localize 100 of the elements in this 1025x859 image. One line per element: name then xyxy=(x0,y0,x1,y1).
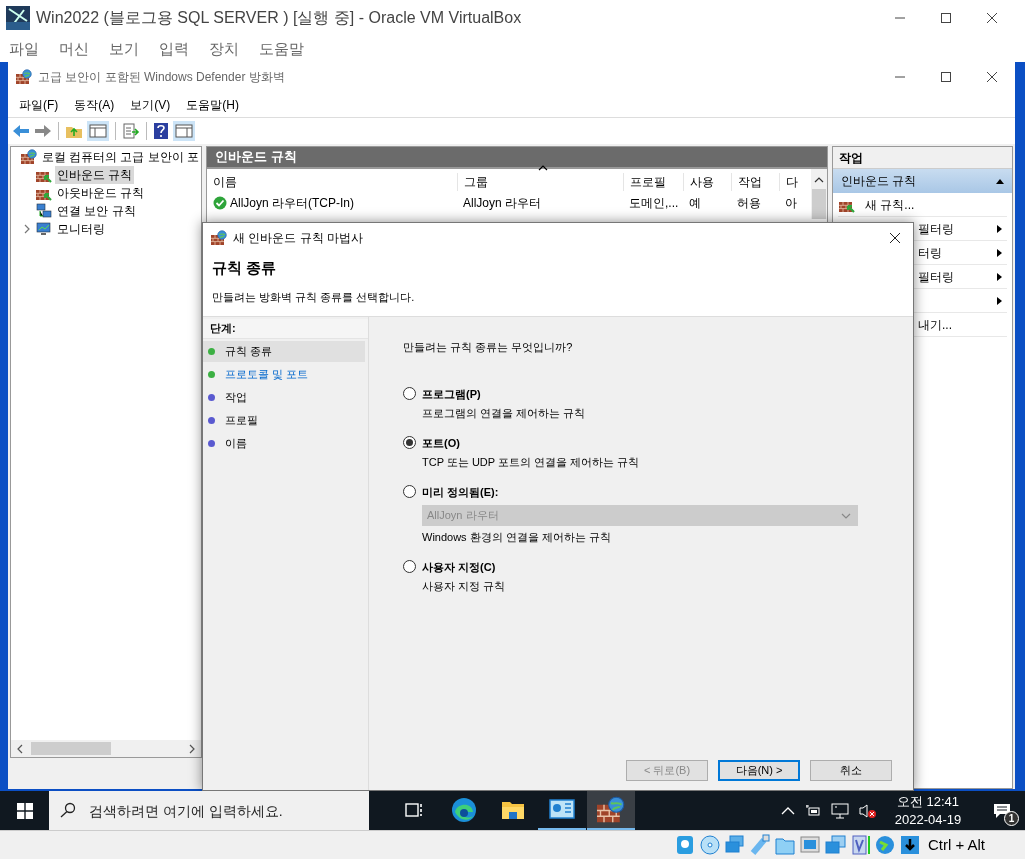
tree-item[interactable]: 로컬 컴퓨터의 고급 보안이 포 xyxy=(39,148,201,166)
optical-disc-icon[interactable] xyxy=(698,834,721,856)
back-icon[interactable] xyxy=(12,123,30,139)
table-cell: 허용 xyxy=(737,196,761,210)
scroll-up-icon xyxy=(814,175,824,185)
option-label[interactable]: 사용자 지정(C) xyxy=(422,558,496,575)
scroll-right-icon xyxy=(187,743,197,754)
dashboard-icon xyxy=(549,798,575,821)
dialog-button[interactable]: 다음(N) > xyxy=(718,760,800,781)
menu-item[interactable]: 파일 xyxy=(9,37,39,61)
menu-item[interactable]: 도움말(H) xyxy=(186,95,239,114)
clock-date[interactable]: 2022-04-19 xyxy=(894,810,962,829)
volume-muted-icon[interactable] xyxy=(859,802,877,819)
chevron-up-icon[interactable] xyxy=(781,805,795,816)
firewall-icon xyxy=(211,230,227,246)
option-label[interactable]: 포트(O) xyxy=(422,434,460,451)
column-header[interactable]: 그룹 xyxy=(457,172,623,191)
column-header[interactable]: 사용 xyxy=(683,172,731,191)
search-field[interactable]: 검색하려면 여기에 입력하세요. xyxy=(49,791,369,830)
submenu-arrow-icon xyxy=(995,271,1003,282)
display-icon[interactable] xyxy=(798,834,821,856)
maximize-icon xyxy=(940,71,952,83)
message-icon xyxy=(993,802,1011,819)
tree-item[interactable]: 아웃바운드 규칙 xyxy=(55,184,147,202)
edge-icon xyxy=(451,796,477,823)
tree-item[interactable]: 모니터링 xyxy=(55,220,107,238)
radio-button[interactable] xyxy=(403,560,416,574)
table-cell: 도메인,... xyxy=(629,196,679,210)
panel-toggle-icon[interactable] xyxy=(173,121,195,141)
table-cell-text: AllJoyn 라우터(TCP-In) xyxy=(230,195,354,212)
notification-button[interactable]: 1 xyxy=(985,795,1019,826)
maximize-icon xyxy=(940,12,952,24)
option-description: 프로그램의 연결을 제어하는 규칙 xyxy=(422,406,587,421)
menu-item[interactable]: 머신 xyxy=(59,37,89,61)
radio-button[interactable] xyxy=(403,436,416,450)
dialog-button[interactable]: 취소 xyxy=(810,760,892,781)
menu-item[interactable]: 도움말 xyxy=(259,37,304,61)
taskbar-button[interactable] xyxy=(587,791,635,830)
column-header[interactable]: 작업 xyxy=(731,172,779,191)
pane-title: 작업 xyxy=(839,149,863,167)
action-link[interactable]: 내기... xyxy=(918,315,952,334)
option-label[interactable]: 프로그램(P) xyxy=(422,385,481,402)
wizard-step: 프로필 xyxy=(203,410,365,431)
windows-icon xyxy=(16,802,33,819)
screens-icon[interactable] xyxy=(823,834,846,856)
table-cell: AllJoyn 라우터 xyxy=(463,196,542,210)
submenu-arrow-icon xyxy=(995,295,1003,306)
forward-icon[interactable] xyxy=(34,123,52,139)
dialog-title: 새 인바운드 규칙 마법사 xyxy=(233,230,363,247)
export-list-icon[interactable] xyxy=(122,122,140,140)
host-key-label: Ctrl + Alt xyxy=(927,834,985,855)
option-description: Windows 환경의 연결을 제어하는 규칙 xyxy=(422,530,612,545)
menu-item[interactable]: 동작(A) xyxy=(74,95,115,114)
action-link[interactable]: 터링 xyxy=(918,243,942,262)
horizontal-scrollbar[interactable] xyxy=(11,740,201,757)
computers-icon xyxy=(36,203,52,219)
section-header[interactable]: 인바운드 규칙 xyxy=(833,169,1012,193)
vertical-scrollbar[interactable] xyxy=(811,169,827,219)
steps-label: 단계: xyxy=(210,321,236,337)
radio-button[interactable] xyxy=(403,387,416,401)
panel-toggle-icon[interactable] xyxy=(87,121,109,141)
pane-title: 인바운드 규칙 xyxy=(215,148,297,167)
radio-button[interactable] xyxy=(403,485,416,499)
menu-item[interactable]: 입력 xyxy=(159,37,189,61)
firewall-icon xyxy=(16,69,32,85)
window-title: 고급 보안이 포함된 Windows Defender 방화벽 xyxy=(38,69,285,86)
wizard-step[interactable]: 프로토콜 및 포트 xyxy=(203,364,365,385)
submenu-arrow-icon xyxy=(995,223,1003,234)
tree-item[interactable]: 인바운드 규칙 xyxy=(55,166,135,184)
clock-time[interactable]: 오전 12:41 xyxy=(896,792,960,811)
search-icon xyxy=(60,802,76,818)
menu-item[interactable]: 보기(V) xyxy=(130,95,171,114)
download-icon[interactable] xyxy=(898,834,921,856)
wizard-step: 작업 xyxy=(203,387,365,408)
menu-item[interactable]: 파일(F) xyxy=(19,95,59,114)
menu-item[interactable]: 보기 xyxy=(109,37,139,61)
action-link[interactable]: 필터링 xyxy=(918,219,954,238)
menu-item[interactable]: 장치 xyxy=(209,37,239,61)
close-icon xyxy=(986,71,998,83)
tree-item[interactable]: 연결 보안 규칙 xyxy=(55,202,138,220)
question-text: 만들려는 규칙 종류는 무엇입니까? xyxy=(403,340,574,355)
table-cell: 아 xyxy=(785,196,797,210)
option-description: 사용자 지정 규칙 xyxy=(422,579,507,594)
table-cell: 예 xyxy=(689,196,701,210)
option-label[interactable]: 미리 정의됨(E): xyxy=(422,483,499,500)
page-heading: 규칙 종류 xyxy=(212,258,278,278)
firewall-icon xyxy=(597,795,625,824)
network-icon[interactable] xyxy=(831,802,849,819)
battery-plug-icon[interactable] xyxy=(805,803,821,818)
wizard-step: 이름 xyxy=(203,433,365,454)
action-link[interactable]: 필터링 xyxy=(918,267,954,286)
submenu-arrow-icon xyxy=(995,247,1003,258)
app-logo-icon xyxy=(6,6,30,30)
option-description: TCP 또는 UDP 포트의 연결을 제어하는 규칙 xyxy=(422,455,641,470)
column-header[interactable]: 이름 xyxy=(207,172,457,191)
action-link[interactable]: 새 규칙... xyxy=(865,195,915,214)
column-header[interactable]: 다 xyxy=(779,172,807,191)
expand-icon xyxy=(22,224,32,234)
help-icon[interactable] xyxy=(153,122,169,140)
column-header[interactable]: 프로필 xyxy=(623,172,683,191)
